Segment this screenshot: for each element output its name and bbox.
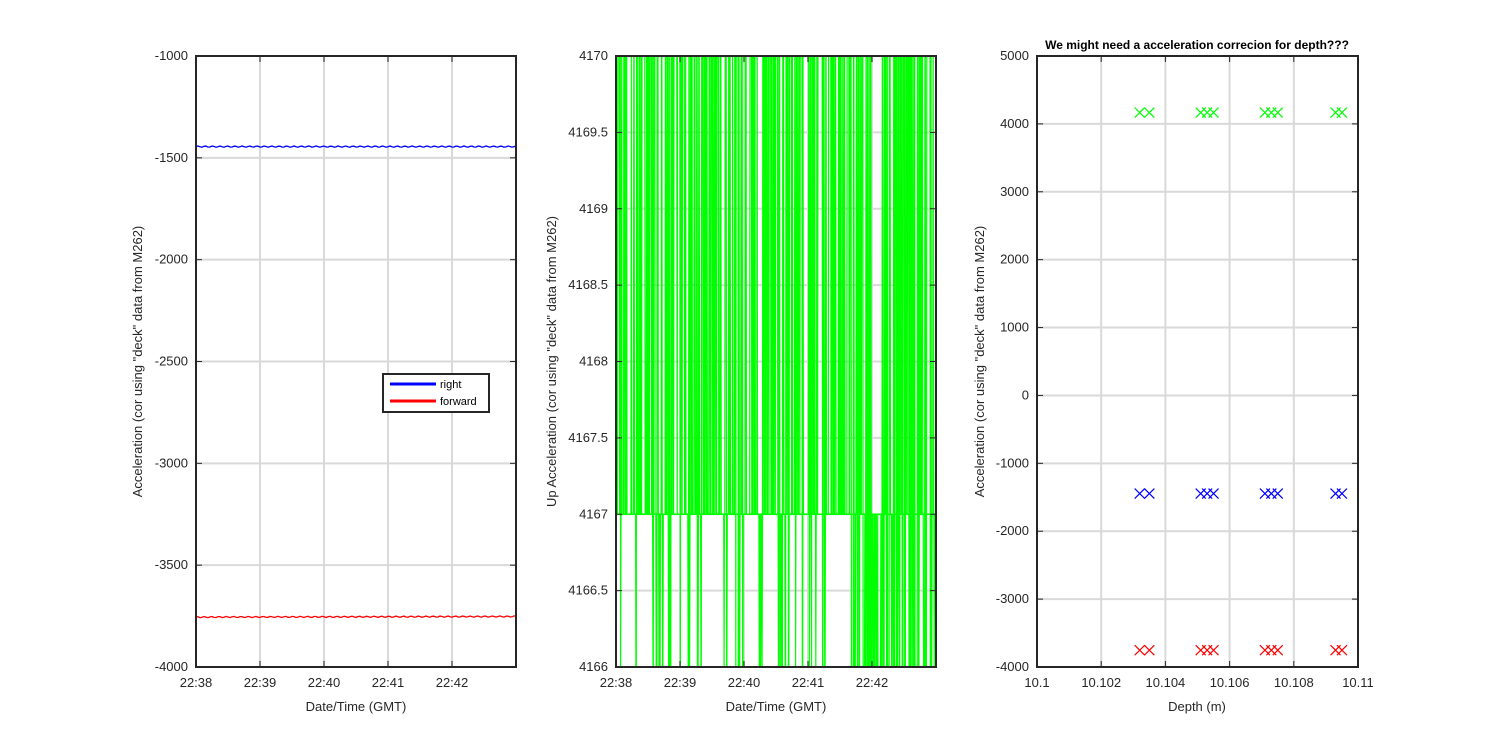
panel-1-xlabel: Date/Time (GMT) [306,699,407,714]
x-tick-label: 22:40 [728,675,761,690]
y-tick-label: 4167.5 [568,430,608,445]
y-tick-label: 5000 [1000,48,1029,63]
y-tick-label: -1000 [155,48,188,63]
y-tick-label: -2000 [155,252,188,267]
y-tick-label: 3000 [1000,184,1029,199]
x-tick-label: 22:41 [372,675,405,690]
x-tick-label: 22:41 [792,675,825,690]
panel-3-title: We might need a acceleration correcion f… [1045,38,1349,52]
panel-2: 4170 4169.5 4169 4168.5 4168 4167.5 4167 4166.5… [544,48,937,714]
y-tick-label: -3000 [155,455,188,470]
panel-3-background [1037,56,1358,667]
x-tick-label: 22:39 [664,675,697,690]
y-tick-label: 4170 [579,48,608,63]
x-tick-label: 10.11 [1342,675,1374,690]
y-tick-label: -2500 [155,354,188,369]
y-tick-label: 4166.5 [568,583,608,598]
x-tick-label: 22:38 [180,675,213,690]
x-tick-label: 22:42 [436,675,469,690]
panel-2-ylabel: Up Acceleration (cor using "deck" data f… [544,216,559,507]
y-tick-label: 1000 [1000,320,1029,335]
panel-1: -1000 -1500 -2000 -2500 -3000 -3500 -400022:38… [130,48,517,714]
panel-2-xlabel: Date/Time (GMT) [726,699,827,714]
x-tick-label: 22:38 [600,675,633,690]
x-tick-label: 22:42 [856,675,889,690]
y-tick-label: 4000 [1000,116,1029,131]
y-tick-label: -3000 [996,591,1029,606]
y-tick-label: 4168.5 [568,277,608,292]
y-tick-label: 4169.5 [568,124,608,139]
panel-3-ylabel: Acceleration (cor using "deck" data from… [972,226,987,498]
figure: -1000-1500-2000-2500-3000-3500-400022:38… [130,38,1374,714]
y-tick-label: -4000 [996,659,1029,674]
x-tick-label: 22:39 [244,675,277,690]
legend-label-forward: forward [440,396,477,408]
y-tick-label: 4168 [579,354,608,369]
panel-1-legend: right forward [382,373,490,413]
x-tick-label: 10.102 [1081,675,1121,690]
legend-label-right: right [440,379,461,391]
x-tick-label: 10.1 [1024,675,1049,690]
y-tick-label: 2000 [1000,252,1029,267]
y-tick-label: 4166 [579,659,608,674]
panel-3-xlabel: Depth (m) [1168,699,1226,714]
y-tick-label: 4167 [579,506,608,521]
y-tick-label: 0 [1022,387,1029,402]
y-tick-label: 4169 [579,201,608,216]
panel-3: 5000 4000 3000 2000 1000 0 -1000 -2000 -3000 -400… [972,38,1374,714]
x-tick-label: 10.106 [1210,675,1250,690]
x-tick-label: 10.104 [1146,675,1186,690]
y-tick-label: -2000 [996,523,1029,538]
y-tick-label: -3500 [155,557,188,572]
panel-1-ylabel: Acceleration (cor using "deck" data from… [130,226,145,498]
y-tick-label: -1500 [155,150,188,165]
y-tick-label: -4000 [155,659,188,674]
y-tick-label: -1000 [996,455,1029,470]
x-tick-label: 22:40 [308,675,341,690]
x-tick-label: 10.108 [1274,675,1314,690]
